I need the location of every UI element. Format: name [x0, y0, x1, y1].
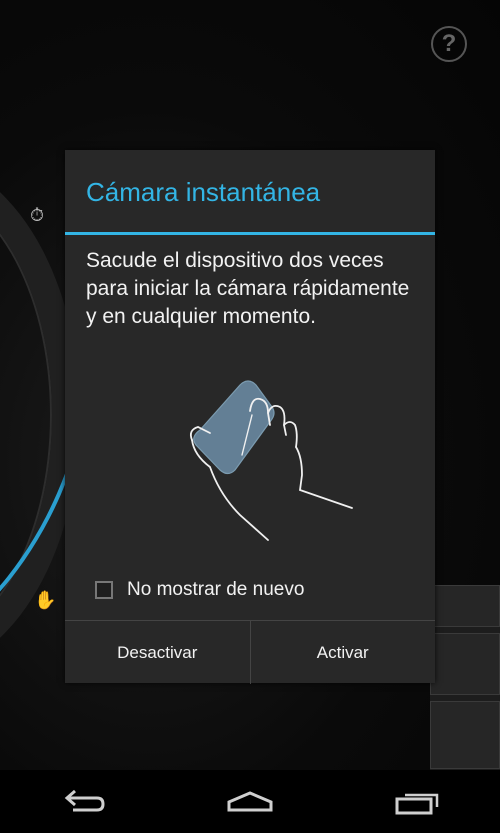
home-button[interactable]	[210, 777, 290, 827]
deactivate-button[interactable]: Desactivar	[65, 621, 250, 684]
back-button[interactable]	[43, 777, 123, 827]
title-divider	[65, 232, 435, 235]
activate-button[interactable]: Activar	[249, 621, 436, 684]
recent-apps-icon	[395, 793, 438, 814]
floor-tiles	[430, 585, 500, 770]
dont-show-again-checkbox[interactable]	[95, 581, 113, 599]
help-button[interactable]: ?	[431, 26, 467, 62]
shake-mode-icon: ✋	[34, 590, 57, 610]
dont-show-again-label: No mostrar de nuevo	[127, 579, 305, 600]
dialog-message: Sacude el dispositivo dos veces para ini…	[86, 249, 410, 328]
dialog-title: Cámara instantánea	[86, 177, 321, 207]
dont-show-again-row[interactable]: No mostrar de nuevo	[95, 575, 304, 605]
recent-apps-button[interactable]	[377, 777, 457, 827]
navigation-bar	[0, 770, 500, 833]
stopwatch-icon: ⏱	[30, 205, 45, 225]
back-icon	[65, 789, 105, 811]
home-icon	[227, 790, 273, 811]
dialog-button-bar: Desactivar Activar	[65, 620, 435, 684]
quick-camera-dialog: Cámara instantánea Sacude el dispositivo…	[65, 150, 435, 684]
hand-shaking-phone-illustration	[189, 380, 353, 541]
